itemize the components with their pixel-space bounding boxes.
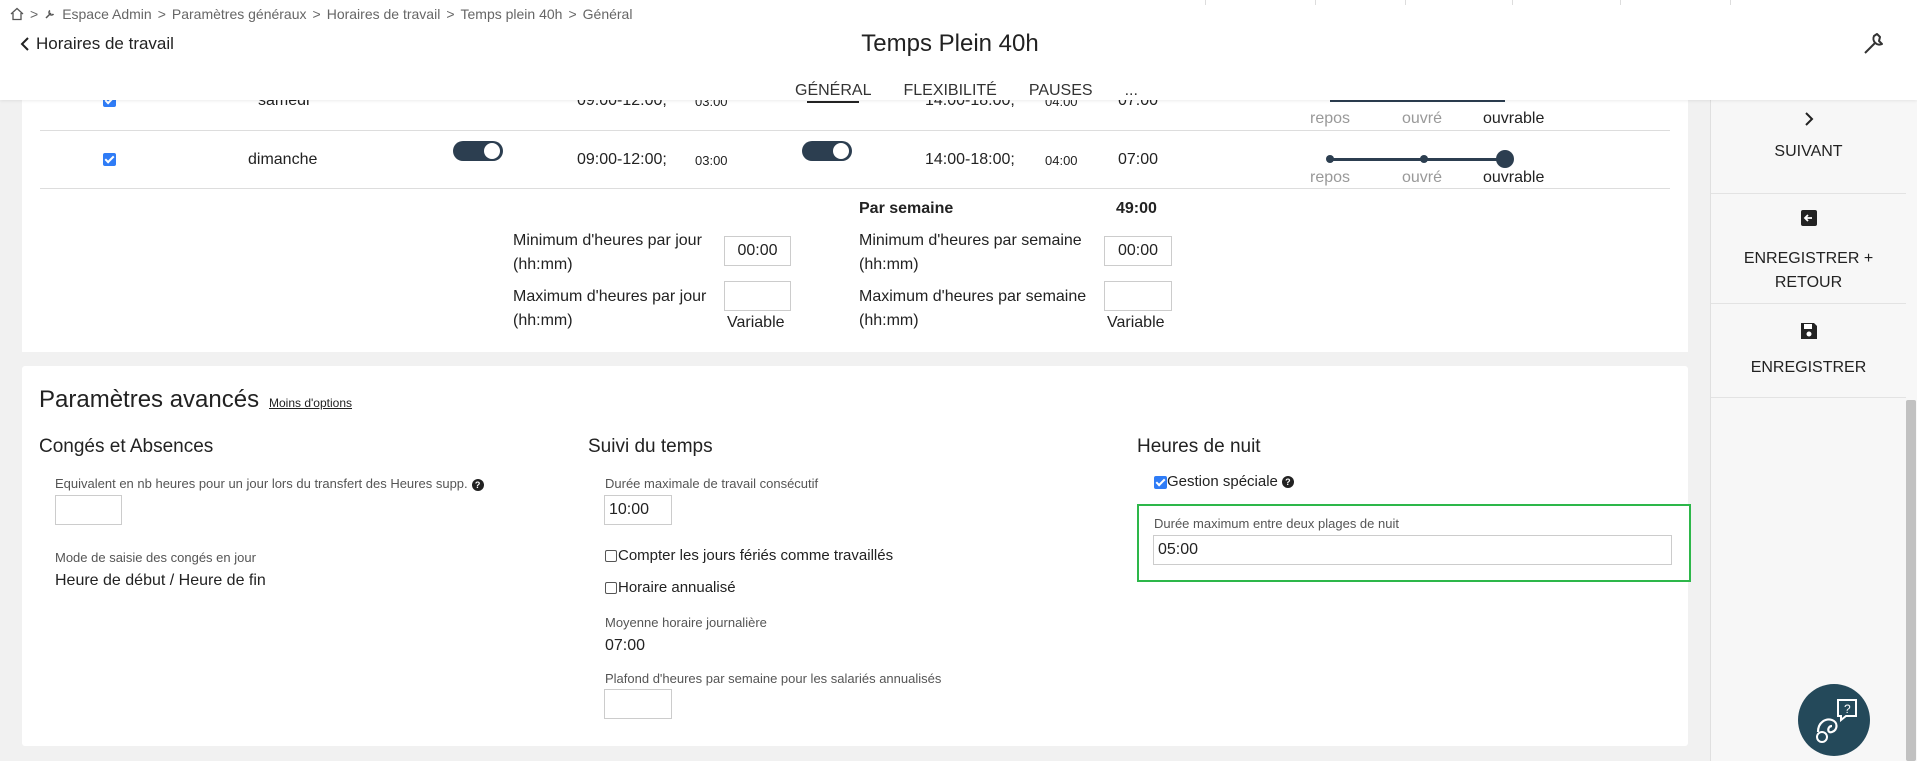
row-divider (40, 188, 1670, 189)
day-name: dimanche (248, 151, 318, 168)
tab-general[interactable]: GÉNÉRAL (795, 82, 871, 103)
header: > Espace Admin > Paramètres généraux > H… (0, 0, 1917, 103)
min-day-input[interactable]: 00:00 (724, 236, 791, 266)
breadcrumb-item-horaires[interactable]: Horaires de travail (327, 6, 441, 22)
slider-label-ouvrable: ouvrable (1483, 169, 1545, 186)
slider-label-ouvre: ouvré (1402, 169, 1443, 186)
tabs: GÉNÉRAL FLEXIBILITÉ PAUSES ... (795, 82, 1138, 103)
next-button[interactable]: SUIVANT (1711, 112, 1906, 161)
save-return-label-1: ENREGISTRER + (1743, 250, 1874, 267)
day-type-slider[interactable] (1330, 158, 1505, 161)
breadcrumb-item-parametres[interactable]: Paramètres généraux (172, 6, 307, 22)
save-return-icon (1800, 210, 1817, 226)
plafond-input[interactable] (604, 689, 672, 719)
page-title: Temps Plein 40h (861, 30, 1039, 57)
max-consec-label: Durée maximale de travail consécutif (605, 476, 819, 491)
suivi-title: Suivi du temps (588, 436, 713, 457)
top-divider (1512, 0, 1513, 5)
gestion-label: Gestion spéciale? (1167, 473, 1294, 490)
chevron-right-icon (1804, 112, 1813, 126)
max-consec-input[interactable]: 10:00 (604, 495, 672, 525)
min-week-input[interactable]: 00:00 (1104, 236, 1172, 266)
equiv-label: Equivalent en nb heures pour un jour lor… (55, 476, 484, 491)
save-return-label-2: RETOUR (1774, 274, 1843, 291)
conges-title: Congés et Absences (39, 436, 214, 457)
per-week-label: Par semaine (859, 200, 954, 217)
help-chat-button[interactable]: ? (1798, 684, 1870, 756)
mode-label: Mode de saisie des congés en jour (55, 550, 256, 565)
slider-stop[interactable] (1326, 155, 1334, 163)
max-week-hint: Variable (1107, 314, 1165, 331)
save-label: ENREGISTRER (1750, 359, 1867, 376)
afternoon-duration: 04:00 (1045, 153, 1078, 168)
save-button[interactable]: ENREGISTRER (1711, 322, 1906, 377)
slider-stop[interactable] (1420, 155, 1428, 163)
max-week-label: Maximum d'heures par semaine (hh:mm) (859, 288, 1087, 329)
breadcrumb: > Espace Admin > Paramètres généraux > H… (10, 6, 632, 22)
per-week-value: 49:00 (1116, 200, 1157, 217)
morning-range: 09:00-12:00; (577, 151, 667, 168)
moyenne-value: 07:00 (605, 637, 646, 654)
annualise-checkbox[interactable] (605, 582, 617, 594)
morning-duration: 03:00 (695, 153, 728, 168)
day-checkbox-dimanche[interactable] (103, 153, 116, 166)
max-week-input[interactable] (1104, 281, 1172, 311)
floppy-disk-icon (1800, 323, 1817, 339)
divider (1711, 303, 1906, 304)
afternoon-toggle[interactable] (802, 141, 852, 161)
slider-label-ouvre: ouvré (1402, 110, 1443, 127)
day-total: 07:00 (1118, 151, 1159, 168)
tab-more[interactable]: ... (1125, 82, 1138, 100)
help-icon[interactable]: ? (471, 478, 484, 491)
slider-label-repos: repos (1310, 169, 1351, 186)
row-divider (40, 130, 1670, 131)
breadcrumb-item-general: Général (582, 6, 633, 22)
tab-flexibilite[interactable]: FLEXIBILITÉ (903, 82, 996, 100)
min-week-label: Minimum d'heures par semaine (hh:mm) (859, 232, 1082, 273)
divider (1711, 193, 1906, 194)
slider-label-repos: repos (1310, 110, 1351, 127)
divider (1711, 397, 1906, 398)
annualise-label: Horaire annualisé (618, 579, 736, 596)
top-divider (1405, 0, 1406, 5)
feries-checkbox[interactable] (605, 550, 617, 562)
nuit-title: Heures de nuit (1137, 436, 1261, 457)
less-options-link[interactable]: Moins d'options (269, 396, 352, 410)
slider-handle[interactable] (1496, 150, 1514, 168)
actions-panel: SUIVANT ENREGISTRER + RETOUR ENREGISTRER (1710, 100, 1917, 761)
schedule-card (22, 100, 1688, 352)
mode-value[interactable]: Heure de début / Heure de fin (55, 572, 266, 590)
plafond-label: Plafond d'heures par semaine pour les sa… (605, 671, 942, 686)
max-day-input[interactable] (724, 281, 791, 311)
next-label: SUIVANT (1774, 143, 1843, 160)
gestion-checkbox[interactable] (1154, 476, 1167, 489)
equiv-input[interactable] (55, 495, 122, 525)
max-day-label: Maximum d'heures par jour (hh:mm) (513, 288, 707, 329)
top-divider (1205, 0, 1206, 5)
wrench-small-icon (45, 9, 55, 19)
feries-label: Compter les jours fériés comme travaillé… (618, 547, 894, 564)
min-day-label: Minimum d'heures par jour (hh:mm) (513, 232, 702, 273)
duree-label: Durée maximum entre deux plages de nuit (1154, 516, 1399, 531)
top-divider (1620, 0, 1621, 5)
home-icon[interactable] (10, 7, 24, 21)
help-icon[interactable]: ? (1281, 476, 1294, 489)
wrench-icon[interactable] (1860, 30, 1888, 58)
svg-text:?: ? (1844, 702, 1851, 716)
afternoon-range: 14:00-18:00; (925, 151, 1015, 168)
top-divider (1730, 0, 1731, 5)
breadcrumb-item-espace-admin[interactable]: Espace Admin (62, 6, 152, 22)
duree-input[interactable]: 05:00 (1153, 535, 1672, 565)
top-divider (1315, 0, 1316, 5)
tab-pauses[interactable]: PAUSES (1029, 82, 1093, 100)
moyenne-label: Moyenne horaire journalière (605, 615, 767, 630)
breadcrumb-item-temps-plein[interactable]: Temps plein 40h (461, 6, 563, 22)
help-chat-icon: ? (1816, 699, 1857, 743)
morning-toggle[interactable] (453, 141, 503, 161)
advanced-title: Paramètres avancés (39, 386, 260, 413)
slider-label-ouvrable: ouvrable (1483, 110, 1545, 127)
scrollbar[interactable] (1906, 400, 1916, 761)
save-return-button[interactable]: ENREGISTRER + RETOUR (1711, 208, 1906, 295)
max-day-hint: Variable (727, 314, 785, 331)
